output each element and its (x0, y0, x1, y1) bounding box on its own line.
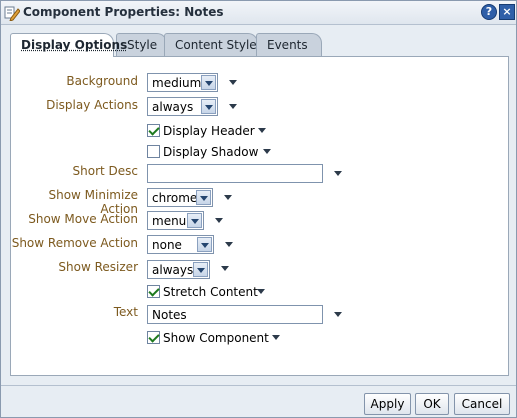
short-desc-label: Short Desc (72, 164, 139, 178)
component-properties-dialog: Component Properties: Notes ? × Display … (0, 0, 517, 418)
text-input[interactable]: Notes (147, 305, 323, 324)
title-bar[interactable]: Component Properties: Notes ? × (1, 1, 516, 25)
ok-button[interactable]: OK (415, 393, 449, 415)
tab-content-style[interactable]: Content Style (164, 33, 258, 56)
display-shadow-checkbox[interactable] (147, 145, 160, 158)
chevron-down-icon[interactable] (334, 170, 342, 178)
display-options-panel: Background medium Display Actions always… (10, 56, 509, 376)
properties-pencil-icon (4, 5, 21, 22)
show-remove-action-select[interactable]: none (147, 235, 214, 254)
chevron-down-icon (201, 99, 216, 114)
show-minimize-action-select[interactable]: chrome (147, 188, 213, 207)
chevron-down-icon[interactable] (272, 334, 280, 342)
help-icon[interactable]: ? (481, 4, 497, 20)
chevron-down-icon[interactable] (334, 311, 342, 319)
chevron-down-icon (187, 213, 202, 228)
chevron-down-icon[interactable] (257, 288, 265, 296)
display-header-checkbox[interactable] (147, 124, 160, 137)
apply-button[interactable]: Apply (364, 393, 411, 415)
show-move-action-label: Show Move Action (28, 212, 138, 226)
show-component-checkbox[interactable] (147, 331, 160, 344)
text-label: Text (113, 305, 138, 319)
background-label: Background (66, 74, 138, 88)
chevron-down-icon (193, 262, 208, 277)
show-resizer-label: Show Resizer (58, 260, 138, 274)
chevron-down-icon (196, 190, 211, 205)
close-icon[interactable]: × (499, 4, 515, 20)
background-select[interactable]: medium (147, 73, 218, 92)
display-actions-select[interactable]: always (147, 97, 218, 116)
cancel-button[interactable]: Cancel (454, 393, 510, 415)
chevron-down-icon[interactable] (225, 241, 233, 249)
show-move-action-select[interactable]: menu (147, 211, 204, 230)
chevron-down-icon[interactable] (229, 79, 237, 87)
chevron-down-icon[interactable] (224, 194, 232, 202)
short-desc-input[interactable] (147, 164, 323, 183)
display-actions-label: Display Actions (46, 98, 138, 112)
display-shadow-label: Display Shadow (163, 145, 259, 159)
stretch-content-checkbox[interactable] (147, 285, 160, 298)
stretch-content-label: Stretch Content (163, 285, 258, 299)
show-remove-action-label: Show Remove Action (11, 236, 138, 250)
footer-divider (1, 385, 516, 386)
tab-events[interactable]: Events (256, 33, 322, 56)
chevron-down-icon (197, 237, 212, 252)
tab-display-options[interactable]: Display Options (10, 33, 127, 57)
dialog-title: Component Properties: Notes (23, 5, 224, 19)
chevron-down-icon[interactable] (215, 217, 223, 225)
show-resizer-select[interactable]: always (147, 260, 210, 279)
display-header-label: Display Header (163, 124, 255, 138)
chevron-down-icon[interactable] (258, 127, 266, 135)
chevron-down-icon (201, 75, 216, 90)
chevron-down-icon[interactable] (263, 148, 271, 156)
show-component-label: Show Component (163, 331, 269, 345)
chevron-down-icon[interactable] (221, 265, 229, 273)
chevron-down-icon[interactable] (229, 103, 237, 111)
